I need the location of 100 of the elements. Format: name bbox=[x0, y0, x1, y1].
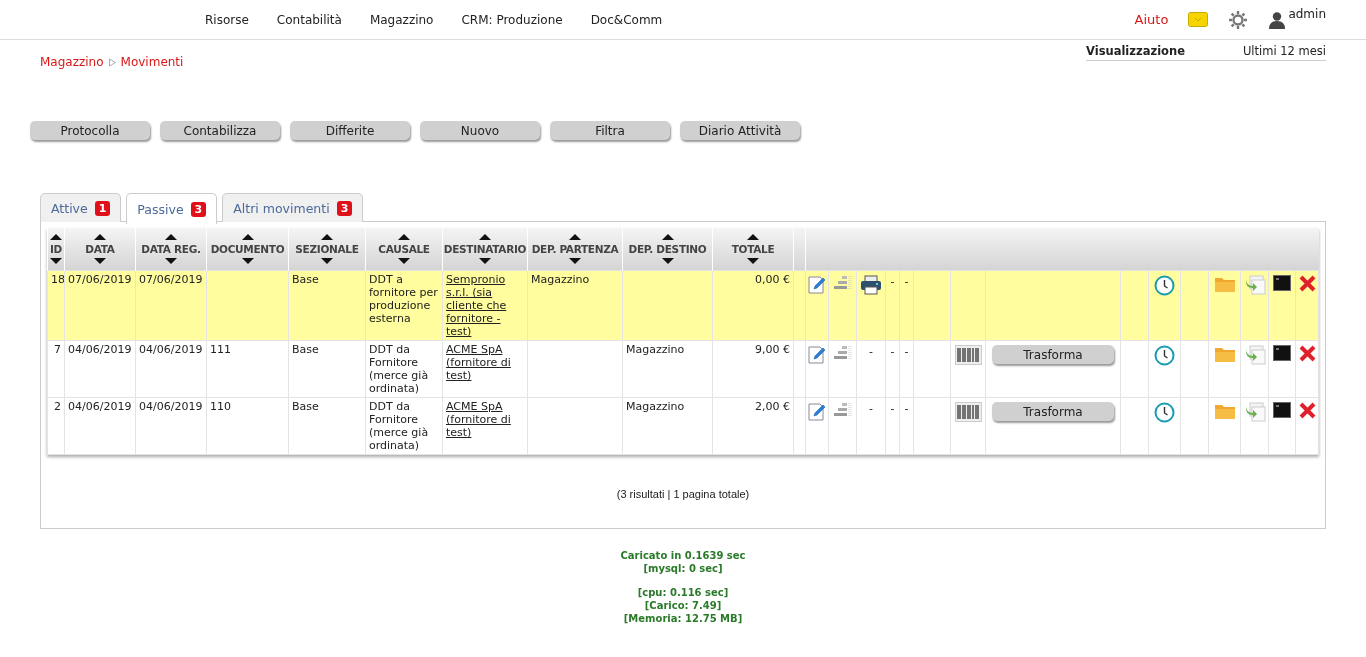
user-icon[interactable] bbox=[1268, 10, 1287, 29]
action-button[interactable]: Differite bbox=[290, 121, 410, 140]
table-cell: DDT da Fornitore (merce già ordinata) bbox=[365, 340, 443, 398]
clock-icon[interactable] bbox=[1154, 345, 1175, 366]
pagination-summary: (3 risultati | 1 pagina totale) bbox=[615, 488, 751, 500]
transform-button[interactable]: Trasforma bbox=[992, 402, 1114, 421]
empty-mark: - bbox=[890, 275, 895, 288]
table-cell: 18 bbox=[47, 270, 65, 341]
table-cell: 07/06/2019 bbox=[64, 270, 136, 341]
empty-mark: - bbox=[904, 402, 909, 415]
table-cell: 9,00 € bbox=[712, 340, 794, 398]
table-cell: 07/06/2019 bbox=[135, 270, 207, 341]
table-cell: Magazzino bbox=[527, 270, 623, 341]
envelope-icon[interactable] bbox=[1188, 12, 1209, 27]
tab[interactable]: Altri movimenti 3 bbox=[222, 193, 364, 222]
tab[interactable]: Passive 3 bbox=[126, 193, 218, 224]
table-cell: 0,00 € bbox=[712, 270, 794, 341]
printer-icon[interactable] bbox=[860, 275, 882, 295]
table-cell: 04/06/2019 bbox=[135, 340, 207, 398]
menu-item[interactable]: Risorse bbox=[205, 12, 249, 27]
user-name[interactable]: admin bbox=[1288, 6, 1326, 21]
empty-mark: - bbox=[869, 402, 873, 415]
menu-item[interactable]: Magazzino bbox=[369, 12, 434, 27]
folder-icon[interactable] bbox=[1213, 402, 1236, 420]
clock-icon[interactable] bbox=[1154, 275, 1175, 296]
table-cell: DDT a fornitore per produzione esterna bbox=[365, 270, 443, 341]
tab[interactable]: Attive 1 bbox=[40, 193, 122, 222]
breadcrumb-separator-icon bbox=[107, 57, 117, 67]
column-header[interactable]: TOTALE bbox=[712, 228, 794, 271]
view-filter-label: Visualizzazione bbox=[1086, 44, 1185, 60]
empty-mark: - bbox=[890, 402, 895, 415]
breadcrumb-link[interactable]: Magazzino bbox=[40, 55, 104, 69]
edit-icon[interactable] bbox=[807, 402, 827, 421]
column-header[interactable]: DOCUMENTO bbox=[206, 228, 289, 271]
clock-icon[interactable] bbox=[1154, 402, 1175, 423]
breadcrumb-link[interactable]: Movimenti bbox=[120, 55, 184, 69]
column-header[interactable]: ID bbox=[47, 228, 65, 271]
copy-arrow-icon[interactable] bbox=[1243, 345, 1266, 365]
menu-item[interactable]: Contabilità bbox=[276, 12, 342, 27]
empty-mark: - bbox=[890, 345, 895, 358]
column-header[interactable]: DATA bbox=[64, 228, 136, 271]
stats-line: [cpu: 0.116 sec] bbox=[636, 586, 730, 599]
delete-icon[interactable] bbox=[1298, 275, 1316, 292]
table-cell: 04/06/2019 bbox=[64, 397, 136, 455]
table-cell: Base bbox=[288, 270, 366, 341]
column-header[interactable]: DATA REG. bbox=[135, 228, 207, 271]
table-cell: 7 bbox=[47, 340, 65, 398]
copy-arrow-icon[interactable] bbox=[1243, 275, 1266, 295]
count-badge: 3 bbox=[190, 201, 207, 217]
action-button[interactable]: Diario Attività bbox=[680, 121, 800, 140]
menu-item[interactable]: Doc&Comm bbox=[590, 12, 663, 27]
copy-arrow-icon[interactable] bbox=[1243, 402, 1266, 422]
table-cell: 2,00 € bbox=[712, 397, 794, 455]
table-cell: DDT da Fornitore (merce già ordinata) bbox=[365, 397, 443, 455]
column-header[interactable]: SEZIONALE bbox=[288, 228, 366, 271]
view-filter-value[interactable]: Ultimi 12 mesi bbox=[1242, 44, 1326, 60]
terminal-icon[interactable] bbox=[1273, 402, 1291, 418]
stats-line: Caricato in 0.1639 sec bbox=[619, 549, 747, 562]
table-cell: 04/06/2019 bbox=[135, 397, 207, 455]
column-header[interactable]: DEP. DESTINO bbox=[622, 228, 713, 271]
empty-mark: - bbox=[869, 345, 873, 358]
table-cell: 111 bbox=[206, 340, 289, 398]
table-cell: Magazzino bbox=[622, 340, 713, 398]
help-link[interactable]: Aiuto bbox=[1134, 12, 1169, 27]
empty-mark: - bbox=[904, 345, 909, 358]
column-header[interactable]: DEP. PARTENZA bbox=[527, 228, 623, 271]
stats-line: [Memoria: 12.75 MB] bbox=[622, 612, 744, 625]
stats-line: [Carico: 7.49] bbox=[643, 599, 723, 612]
tab-label[interactable]: Passive bbox=[137, 201, 184, 217]
delete-icon[interactable] bbox=[1298, 345, 1316, 362]
folder-icon[interactable] bbox=[1213, 345, 1236, 363]
count-badge: 3 bbox=[336, 200, 353, 216]
count-badge: 1 bbox=[94, 200, 111, 216]
table-cell: 04/06/2019 bbox=[64, 340, 136, 398]
empty-mark: - bbox=[904, 275, 909, 288]
delete-icon[interactable] bbox=[1298, 402, 1316, 419]
barcode-icon[interactable] bbox=[954, 402, 982, 422]
table-cell: Magazzino bbox=[622, 397, 713, 455]
table-cell: 2 bbox=[47, 397, 65, 455]
stats-line: [mysql: 0 sec] bbox=[642, 562, 724, 575]
edit-icon[interactable] bbox=[807, 345, 827, 364]
terminal-icon[interactable] bbox=[1273, 345, 1291, 361]
table-cell: Base bbox=[288, 340, 366, 398]
action-button[interactable]: Nuovo bbox=[420, 121, 540, 140]
barcode-icon[interactable] bbox=[954, 345, 982, 365]
table-cell: Base bbox=[288, 397, 366, 455]
action-button[interactable]: Filtra bbox=[550, 121, 670, 140]
tab-label[interactable]: Altri movimenti bbox=[233, 200, 330, 216]
menu-item[interactable]: CRM: Produzione bbox=[461, 12, 563, 27]
tab-label[interactable]: Attive bbox=[51, 200, 88, 216]
settings-icon[interactable] bbox=[1228, 9, 1249, 30]
column-header[interactable]: CAUSALE bbox=[365, 228, 443, 271]
action-button[interactable]: Protocolla bbox=[30, 121, 150, 140]
table-cell: 110 bbox=[206, 397, 289, 455]
column-header[interactable]: DESTINATARIO bbox=[442, 228, 528, 271]
edit-icon[interactable] bbox=[807, 275, 827, 294]
transform-button[interactable]: Trasforma bbox=[992, 345, 1114, 364]
action-button[interactable]: Contabilizza bbox=[160, 121, 280, 140]
terminal-icon[interactable] bbox=[1273, 275, 1291, 291]
view-filter[interactable]: Visualizzazione Ultimi 12 mesi bbox=[1086, 44, 1326, 61]
